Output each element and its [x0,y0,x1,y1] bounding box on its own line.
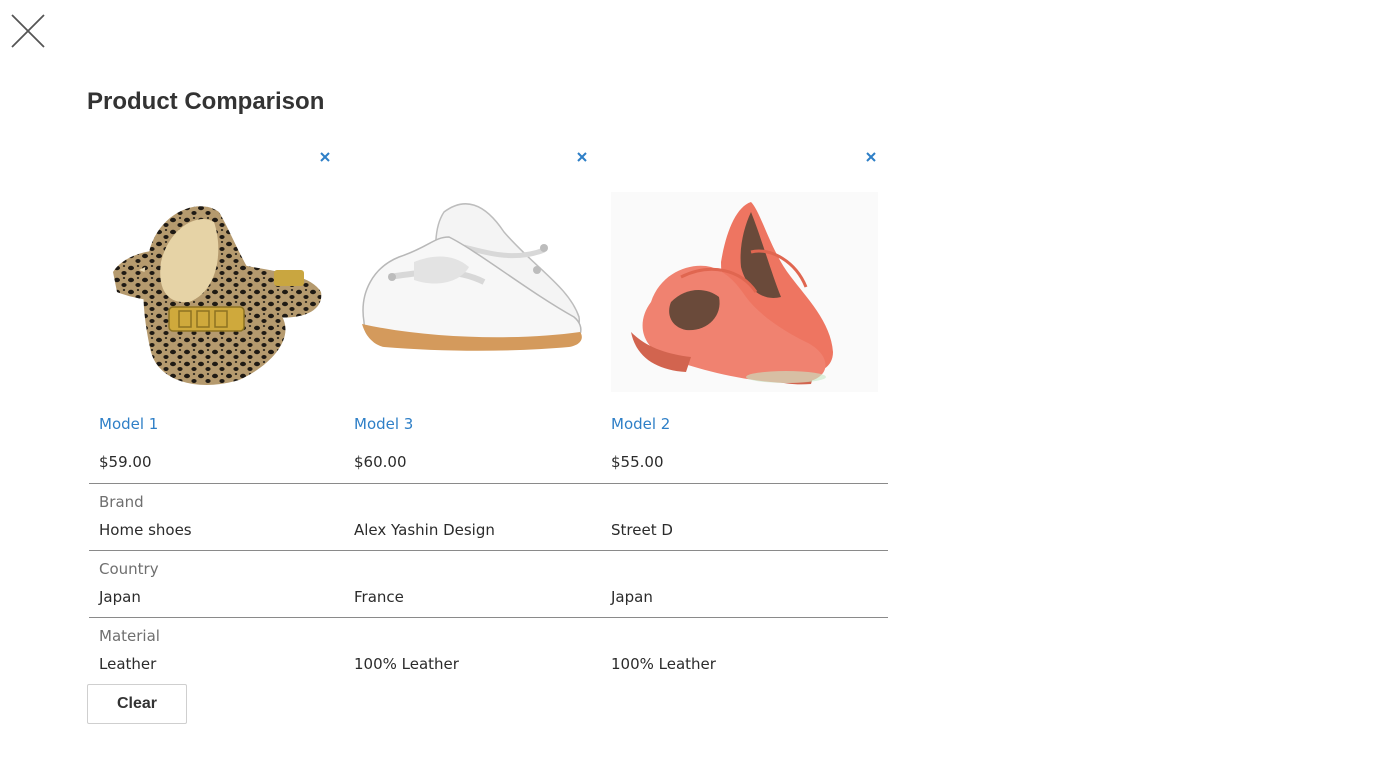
brand-value-1: Home shoes [99,521,192,539]
product-2-name-link[interactable]: Model 3 [354,415,413,433]
attribute-label-brand: Brand [99,493,144,511]
divider [89,617,888,618]
product-image-coral-heels[interactable] [611,192,878,392]
clear-button[interactable]: Clear [87,684,187,724]
close-icon[interactable] [10,13,46,49]
divider [89,483,888,484]
divider [89,550,888,551]
country-value-2: France [354,588,404,606]
remove-product-3-icon[interactable] [864,150,878,164]
product-image-white-shoes[interactable] [354,192,590,392]
attribute-label-country: Country [99,560,159,578]
remove-product-1-icon[interactable] [318,150,332,164]
brand-value-2: Alex Yashin Design [354,521,495,539]
remove-product-2-icon[interactable] [575,150,589,164]
product-3-name-link[interactable]: Model 2 [611,415,670,433]
material-value-3: 100% Leather [611,655,716,673]
country-value-3: Japan [611,588,653,606]
attribute-label-material: Material [99,627,160,645]
product-3-price: $55.00 [611,453,664,471]
material-value-1: Leather [99,655,157,673]
country-value-1: Japan [99,588,141,606]
material-value-2: 100% Leather [354,655,459,673]
brand-value-3: Street D [611,521,673,539]
page-title: Product Comparison [87,88,325,115]
product-1-name-link[interactable]: Model 1 [99,415,158,433]
product-1-price: $59.00 [99,453,152,471]
product-image-leopard-flats[interactable] [99,192,331,392]
product-2-price: $60.00 [354,453,407,471]
